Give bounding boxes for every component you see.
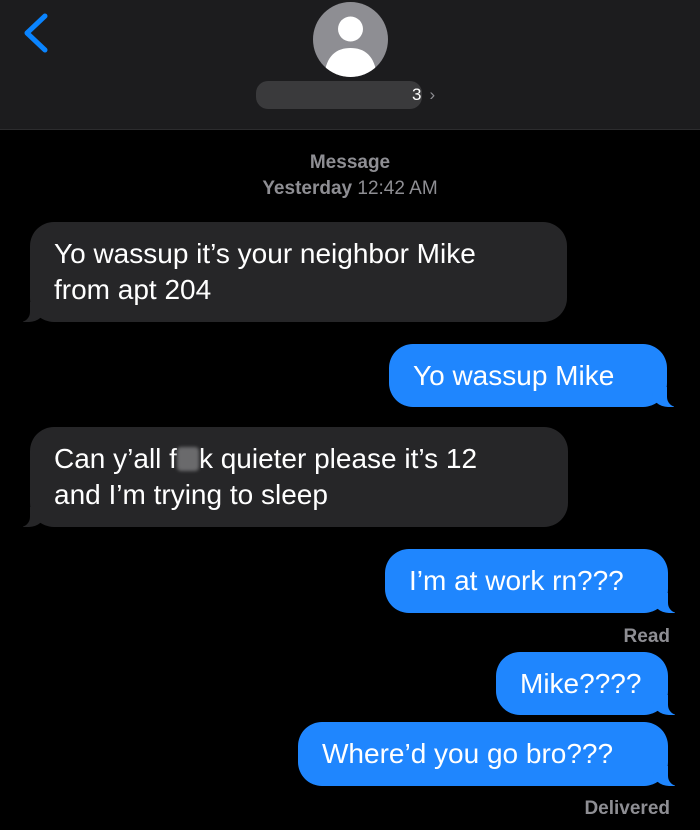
- message-text: Yo wassup Mike: [413, 360, 615, 391]
- message-text: Mike????: [520, 668, 642, 699]
- back-button[interactable]: [18, 10, 58, 54]
- contact-name-button[interactable]: 3 ›: [256, 80, 435, 110]
- outgoing-message-bubble[interactable]: Yo wassup Mike: [389, 344, 681, 407]
- incoming-message-bubble[interactable]: Can y’all fk quieter please it’s 12 and …: [16, 427, 568, 527]
- outgoing-message-bubble[interactable]: Where’d you go bro???: [298, 722, 682, 786]
- read-receipt: Read: [623, 626, 670, 647]
- message-line: from apt 204: [54, 274, 212, 305]
- timestamp-day: Yesterday: [262, 178, 353, 199]
- thread-timestamp: Yesterday 12:42 AM: [0, 178, 700, 200]
- message-line: Yo wassup it’s your neighbor Mike: [54, 238, 476, 269]
- message-line: Can y’all fk quieter please it’s 12: [54, 443, 478, 474]
- delivery-status: Delivered: [584, 798, 670, 819]
- message-text: Where’d you go bro???: [322, 738, 614, 769]
- timestamp-time: 12:42 AM: [357, 178, 438, 199]
- person-icon: [324, 16, 377, 77]
- chevron-left-icon: [24, 13, 48, 53]
- censor-blur: [176, 447, 199, 471]
- outgoing-message-bubble[interactable]: Mike????: [496, 652, 682, 715]
- service-label: Message: [309, 152, 391, 173]
- conversation-header: 3 ›: [0, 0, 700, 130]
- redacted-contact-name: [256, 81, 422, 109]
- message-text: I’m at work rn???: [409, 565, 624, 596]
- incoming-message-bubble[interactable]: Yo wassup it’s your neighbor Mike from a…: [16, 222, 567, 322]
- outgoing-message-bubble[interactable]: I’m at work rn???: [385, 549, 682, 613]
- message-line: and I’m trying to sleep: [54, 479, 328, 510]
- contact-name-suffix: 3: [412, 85, 422, 104]
- chevron-right-icon: ›: [429, 85, 436, 104]
- contact-avatar[interactable]: [313, 2, 388, 77]
